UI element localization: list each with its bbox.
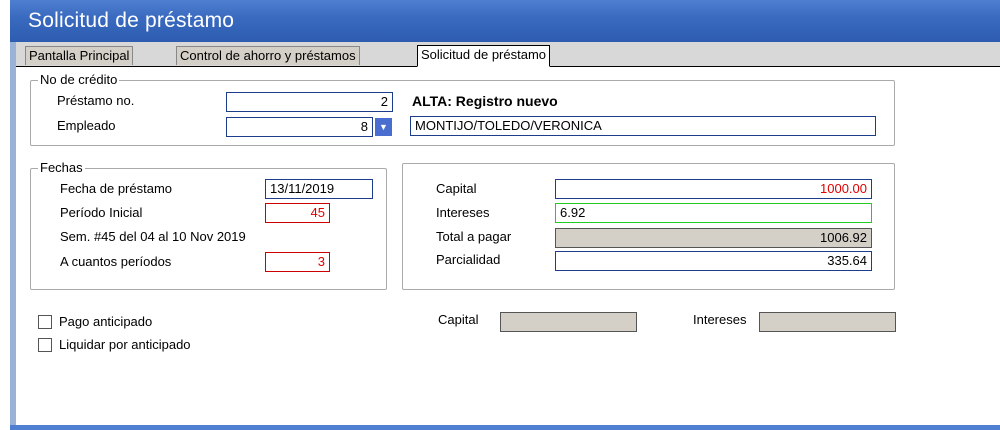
- pago-anticipado-checkbox[interactable]: [38, 315, 52, 329]
- liquidar-anticipado-label: Liquidar por anticipado: [59, 337, 191, 352]
- empleado-label: Empleado: [57, 118, 116, 133]
- chevron-down-icon: ▼: [379, 122, 388, 132]
- tab-pantalla-principal[interactable]: Pantalla Principal: [25, 46, 134, 65]
- parcialidad-label: Parcialidad: [436, 252, 501, 267]
- total-field: 1006.92: [555, 228, 872, 248]
- cuantos-label: A cuantos períodos: [60, 254, 172, 269]
- fecha-label: Fecha de préstamo: [60, 181, 173, 196]
- empleado-input[interactable]: 8: [226, 117, 373, 137]
- tab-control-ahorro[interactable]: Control de ahorro y préstamos: [176, 46, 360, 65]
- anticipado-capital-label: Capital: [438, 312, 479, 327]
- anticipado-intereses-label: Intereses: [693, 312, 747, 327]
- parcialidad-field[interactable]: 335.64: [555, 251, 872, 271]
- tab-strip: Pantalla Principal Control de ahorro y p…: [10, 42, 1000, 67]
- semana-text: Sem. #45 del 04 al 10 Nov 2019: [60, 229, 246, 244]
- status-text: ALTA: Registro nuevo: [412, 93, 558, 109]
- prestamo-input[interactable]: 2: [226, 92, 393, 112]
- cuantos-input[interactable]: 3: [265, 252, 330, 272]
- intereses-input[interactable]: 6.92: [555, 203, 872, 223]
- window-titlebar: Solicitud de préstamo: [10, 0, 1000, 42]
- liquidar-anticipado-checkbox[interactable]: [38, 338, 52, 352]
- credito-group: [30, 80, 895, 146]
- window-bottom-border: [10, 425, 1000, 430]
- periodo-label: Período Inicial: [60, 205, 143, 220]
- fechas-legend: Fechas: [38, 160, 85, 175]
- periodo-input[interactable]: 45: [265, 203, 330, 223]
- prestamo-label: Préstamo no.: [57, 93, 135, 108]
- empleado-dropdown-button[interactable]: ▼: [375, 118, 392, 136]
- pago-anticipado-label: Pago anticipado: [59, 314, 153, 329]
- window-title: Solicitud de préstamo: [28, 9, 235, 32]
- empleado-nombre-field[interactable]: MONTIJO/TOLEDO/VERONICA: [410, 116, 876, 136]
- intereses-label: Intereses: [436, 205, 490, 220]
- anticipado-capital-field: [500, 312, 637, 332]
- credito-legend: No de crédito: [38, 72, 120, 87]
- tab-solicitud-prestamo[interactable]: Solicitud de préstamo: [417, 45, 551, 67]
- capital-label: Capital: [436, 181, 477, 196]
- window-left-border: [10, 42, 16, 430]
- fecha-input[interactable]: 13/11/2019: [265, 179, 373, 199]
- anticipado-intereses-field: [759, 312, 896, 332]
- total-label: Total a pagar: [436, 229, 512, 244]
- capital-input[interactable]: 1000.00: [555, 179, 872, 199]
